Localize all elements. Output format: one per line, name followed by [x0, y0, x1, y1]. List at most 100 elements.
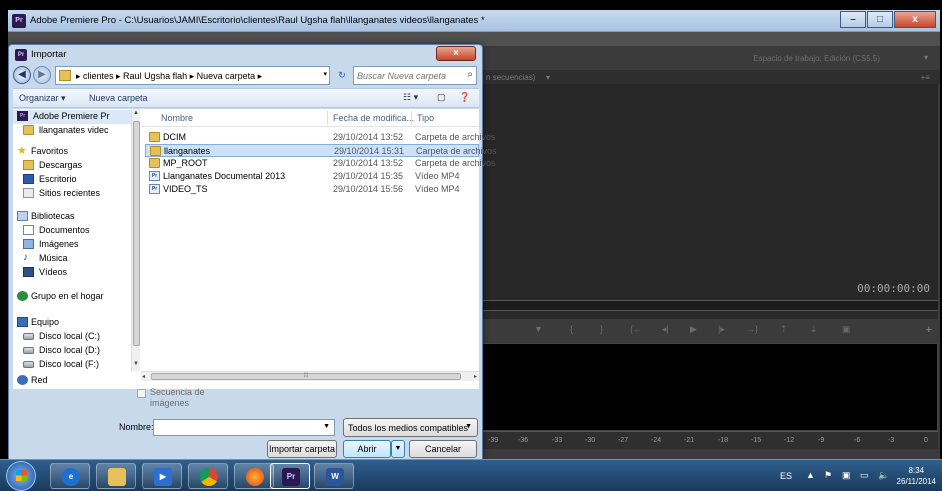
file-row-dcim[interactable]: DCIM 29/10/2014 13:52 Carpeta de archivo… [145, 131, 496, 144]
column-type[interactable]: Tipo [417, 113, 434, 123]
nav-item-premiere[interactable]: Pr Adobe Premiere Pr [13, 110, 131, 124]
organize-button[interactable]: Organizar ▾ [19, 93, 66, 104]
filename-dropdown-icon[interactable]: ▼ [323, 423, 330, 430]
go-to-out-icon[interactable]: →} [746, 324, 758, 334]
sequence-tab[interactable]: n secuencias) [486, 73, 535, 82]
view-options-icon[interactable]: ☷ ▾ [403, 92, 418, 103]
workspace-dropdown-icon[interactable]: ▾ [924, 53, 928, 62]
word-taskbar-button[interactable]: W [314, 463, 354, 489]
help-icon[interactable]: ❓ [459, 92, 470, 103]
breadcrumb[interactable]: ▸ clientes ▸ Raul Ugsha flah ▸ Nueva car… [76, 71, 262, 82]
step-back-icon[interactable]: ◂| [662, 324, 669, 335]
flag-icon[interactable]: ⚑ [824, 470, 832, 481]
mark-out-bracket-icon[interactable]: } [600, 324, 603, 334]
mark-in-icon[interactable]: ▼ [534, 324, 543, 334]
step-forward-icon[interactable]: |▸ [718, 324, 725, 335]
back-arrow-icon[interactable]: ◀ [13, 66, 31, 84]
nav-item-drive-f[interactable]: Disco local (F:) [13, 358, 131, 371]
scrollbar-thumb[interactable] [133, 121, 140, 346]
address-dropdown-icon[interactable]: ▾ [323, 70, 327, 78]
nav-item-desktop[interactable]: Escritorio [13, 173, 131, 187]
nav-item-music[interactable]: ♪ Música [13, 252, 131, 266]
search-box[interactable]: ⌕ [353, 66, 477, 85]
nav-item-llanganates[interactable]: llanganates videc [13, 124, 131, 138]
address-bar[interactable]: ▸ clientes ▸ Raul Ugsha flah ▸ Nueva car… [55, 66, 330, 85]
start-button[interactable] [6, 461, 36, 491]
explorer-taskbar-button[interactable] [96, 463, 136, 489]
timeline-area[interactable] [478, 343, 938, 431]
search-icon[interactable]: ⌕ [467, 69, 473, 80]
preview-pane-icon[interactable]: ▢ [437, 92, 446, 103]
scroll-up-icon[interactable]: ▲ [133, 110, 139, 116]
nav-item-documents[interactable]: Documentos [13, 224, 131, 238]
nav-item-label: Equipo [31, 317, 60, 327]
scroll-left-icon[interactable]: ◂ [142, 373, 145, 380]
premiere-taskbar-button[interactable]: Pr [270, 463, 310, 489]
file-row-documental[interactable]: Pr Llanganates Documental 2013 29/10/201… [145, 170, 479, 183]
scroll-down-icon[interactable]: ▼ [133, 361, 139, 367]
ie-taskbar-button[interactable]: e [50, 463, 90, 489]
volume-icon[interactable]: 🔈 [878, 470, 889, 481]
monitor-scrub-bar[interactable] [478, 310, 938, 319]
mark-in-bracket-icon[interactable]: { [570, 324, 573, 334]
extract-icon[interactable]: ⇣ [810, 324, 818, 335]
firefox-taskbar-button[interactable] [234, 463, 274, 489]
chrome-taskbar-button[interactable] [188, 463, 228, 489]
nav-item-network[interactable]: Red [13, 374, 131, 388]
nav-item-recent[interactable]: Sitios recientes [13, 187, 131, 201]
forward-arrow-icon[interactable]: ▶ [33, 66, 51, 84]
nav-item-computer[interactable]: Equipo [13, 316, 131, 330]
minimize-button[interactable]: – [840, 11, 866, 28]
display-icon[interactable]: ▭ [860, 470, 869, 481]
language-indicator[interactable]: ES [780, 471, 792, 481]
close-window-button[interactable]: x [894, 11, 936, 28]
media-player-taskbar-button[interactable]: ▶ [142, 463, 182, 489]
dialog-close-button[interactable]: × [436, 46, 476, 61]
lift-icon[interactable]: ⇡ [780, 324, 788, 335]
new-folder-button[interactable]: Nueva carpeta [89, 93, 148, 103]
column-name[interactable]: Nombre [161, 113, 193, 123]
file-type-select[interactable]: Todos los medios compatibles ▼ [343, 418, 478, 437]
open-button[interactable]: Abrir [343, 440, 391, 458]
scroll-right-icon[interactable]: ▸ [474, 373, 477, 380]
monitor-timeline-strip[interactable] [478, 300, 938, 310]
clock[interactable]: 8:34 26/11/2014 [897, 465, 936, 487]
nav-item-drive-d[interactable]: Disco local (D:) [13, 344, 131, 358]
maximize-button[interactable]: □ [867, 11, 893, 28]
file-row-video-ts[interactable]: Pr VIDEO_TS 29/10/2014 15:56 Vídeo MP4 [145, 183, 479, 196]
nav-item-images[interactable]: Imágenes [13, 238, 131, 252]
image-sequence-checkbox[interactable] [137, 389, 146, 398]
search-input[interactable] [357, 69, 457, 83]
scrollbar-thumb[interactable]: ⁞⁞⁞ [151, 373, 461, 380]
nav-item-libraries[interactable]: Bibliotecas [13, 210, 131, 224]
column-date[interactable]: Fecha de modifica... [333, 113, 414, 123]
video-file-icon: Pr [149, 184, 160, 194]
tab-dropdown-icon[interactable]: ▾ [546, 73, 550, 82]
network-tray-icon[interactable]: ▣ [842, 470, 851, 481]
cancel-button[interactable]: Cancelar [409, 440, 477, 458]
file-row-llanganates[interactable]: llanganates 29/10/2014 15:31 Carpeta de … [145, 144, 497, 157]
column-divider[interactable] [411, 111, 412, 125]
nav-item-videos[interactable]: Vídeos [13, 266, 131, 280]
filename-input[interactable]: ▼ [153, 419, 335, 436]
open-split-dropdown-icon[interactable]: ▼ [391, 440, 405, 458]
export-frame-icon[interactable]: ▣ [842, 324, 851, 335]
file-row-mp-root[interactable]: MP_ROOT 29/10/2014 13:52 Carpeta de arch… [145, 157, 496, 170]
show-hidden-icons-icon[interactable]: ▲ [806, 470, 815, 480]
folder-icon [59, 70, 71, 81]
import-folder-button[interactable]: Importar carpeta [267, 440, 337, 458]
go-to-in-icon[interactable]: {← [630, 324, 642, 334]
horizontal-scrollbar[interactable]: ◂ ⁞⁞⁞ ▸ [141, 371, 479, 381]
column-divider[interactable] [327, 111, 328, 125]
play-icon[interactable]: ▶ [690, 324, 697, 335]
nav-item-homegroup[interactable]: Grupo en el hogar [13, 290, 131, 304]
nav-scrollbar[interactable]: ▲ ▼ [131, 109, 140, 371]
add-button-icon[interactable]: + [926, 324, 932, 336]
nav-item-drive-c[interactable]: Disco local (C:) [13, 330, 131, 344]
panel-menu-icon[interactable]: +≡ [921, 73, 930, 82]
refresh-icon[interactable]: ↻ [333, 66, 351, 85]
nav-item-downloads[interactable]: Descargas [13, 159, 131, 173]
nav-item-favorites[interactable]: ★ Favoritos [13, 145, 131, 159]
meter-tick: -21 [684, 437, 695, 444]
workspace-selector[interactable]: Espacio de trabajo: Edición (CS5.5) [753, 54, 880, 63]
